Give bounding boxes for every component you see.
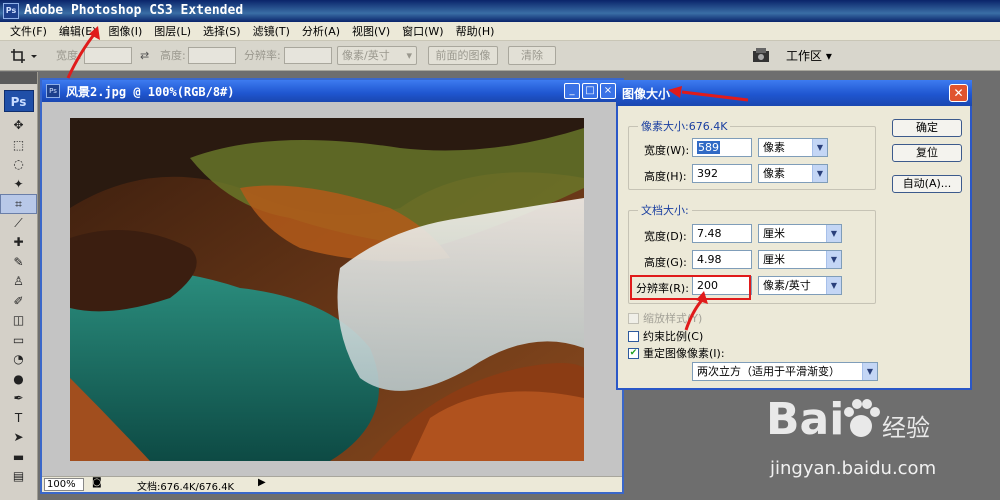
move-tool-icon[interactable]: ✥	[0, 116, 37, 136]
doc-height-label: 高度(G):	[644, 256, 687, 269]
resolution-unit-select[interactable]: 像素/英寸 ▼	[758, 276, 842, 295]
menu-analysis[interactable]: 分析(A)	[296, 23, 346, 39]
width-input[interactable]	[84, 47, 132, 64]
document-status-bar: 100% ◙ 文档:676.4K/676.4K ▶	[42, 476, 622, 493]
history-brush-tool-icon[interactable]: ✐	[0, 292, 37, 312]
document-title-bar[interactable]: Ps 风景2.jpg @ 100%(RGB/8#) _ □ ×	[42, 80, 622, 102]
clear-button[interactable]: 清除	[508, 46, 556, 65]
options-bar: 宽度: ⇄ 高度: 分辨率: 像素/英寸 ▾ 前面的图像 清除 工作区 ▾	[0, 41, 1000, 71]
dialog-close-button[interactable]: ✕	[949, 84, 968, 102]
pixel-group-label: 像素大小:676.4K	[638, 118, 731, 134]
auto-button[interactable]: 自动(A)...	[892, 175, 962, 193]
app-title-bar: Ps Adobe Photoshop CS3 Extended	[0, 0, 1000, 22]
minimize-button[interactable]: _	[564, 83, 580, 99]
scale-styles-checkbox[interactable]: 缩放样式(Y)	[628, 310, 702, 326]
crop-tool-selected-icon[interactable]: ⌗	[0, 194, 37, 214]
height-input[interactable]	[188, 47, 236, 64]
document-ps-icon: Ps	[46, 84, 60, 98]
pixel-height-label: 高度(H):	[644, 170, 687, 183]
doc-width-label: 宽度(D):	[644, 230, 687, 243]
dialog-title-bar[interactable]: 图像大小 ✕	[616, 80, 972, 106]
status-menu-icon[interactable]: ◙	[92, 477, 102, 488]
menu-file[interactable]: 文件(F)	[4, 23, 53, 39]
document-window: Ps 风景2.jpg @ 100%(RGB/8#) _ □ × 100% ◙ 文…	[40, 78, 624, 494]
pixel-width-label: 宽度(W):	[644, 144, 690, 157]
photoshop-logo-icon: Ps	[3, 3, 19, 19]
brush-tool-icon[interactable]: ✎	[0, 253, 37, 273]
height-label: 高度:	[160, 49, 186, 62]
dodge-tool-icon[interactable]: ●	[0, 370, 37, 390]
crop-tool-icon[interactable]	[10, 47, 38, 65]
menu-help[interactable]: 帮助(H)	[450, 23, 501, 39]
app-title: Adobe Photoshop CS3 Extended	[24, 3, 244, 18]
menu-image[interactable]: 图像(I)	[102, 23, 148, 39]
healing-brush-tool-icon[interactable]: ✚	[0, 233, 37, 253]
status-arrow-icon[interactable]: ▶	[258, 477, 266, 488]
watermark-suffix: 经验	[882, 414, 930, 442]
doc-width-unit-select[interactable]: 厘米 ▼	[758, 224, 842, 243]
doc-size-info: 文档:676.4K/676.4K	[137, 482, 235, 493]
zoom-field[interactable]: 100%	[44, 478, 84, 491]
pixel-height-input[interactable]: 392	[692, 164, 752, 183]
eraser-tool-icon[interactable]: ◫	[0, 311, 37, 331]
resolution-input[interactable]	[284, 47, 332, 64]
waterfall-image[interactable]	[70, 118, 584, 461]
doc-width-input[interactable]: 7.48	[692, 224, 752, 243]
baidu-paw-icon	[844, 399, 880, 437]
bridge-icon[interactable]	[752, 47, 772, 65]
path-selection-tool-icon[interactable]: ➤	[0, 428, 37, 448]
marquee-tool-icon[interactable]: ⬚	[0, 136, 37, 156]
menu-layer[interactable]: 图层(L)	[148, 23, 197, 39]
pen-tool-icon[interactable]: ✒	[0, 389, 37, 409]
workspace-button[interactable]: 工作区 ▾	[780, 46, 838, 66]
canvas-area[interactable]	[42, 102, 622, 476]
width-label: 宽度:	[56, 49, 82, 62]
document-title: 风景2.jpg @ 100%(RGB/8#)	[66, 85, 235, 99]
resolution-highlight-box	[630, 275, 751, 300]
maximize-button[interactable]: □	[582, 83, 598, 99]
eyedropper-tool-icon[interactable]: ⟋	[0, 214, 37, 234]
resample-method-select[interactable]: 两次立方（适用于平滑渐变） ▼	[692, 362, 878, 381]
notes-tool-icon[interactable]: ▤	[0, 467, 37, 487]
watermark-url: jingyan.baidu.com	[770, 458, 937, 479]
resolution-label: 分辨率:	[244, 49, 281, 62]
magic-wand-tool-icon[interactable]: ✦	[0, 175, 37, 195]
menu-edit[interactable]: 编辑(E)	[53, 23, 103, 39]
dialog-title: 图像大小	[622, 87, 671, 101]
pixel-width-input[interactable]: 589	[692, 138, 752, 157]
doc-group-label: 文档大小:	[638, 202, 692, 218]
doc-height-input[interactable]: 4.98	[692, 250, 752, 269]
watermark-brand: Bai	[766, 394, 845, 445]
image-size-dialog: 图像大小 ✕ 像素大小:676.4K 宽度(W): 589 像素 ▼ 高度(H):…	[616, 80, 972, 390]
front-image-button[interactable]: 前面的图像	[428, 46, 498, 65]
close-document-button[interactable]: ×	[600, 83, 616, 99]
pixel-height-unit-select[interactable]: 像素 ▼	[758, 164, 828, 183]
clone-stamp-tool-icon[interactable]: ♙	[0, 272, 37, 292]
photoshop-badge-icon[interactable]: Ps	[3, 90, 34, 112]
toolbox: Ps ✥ ⬚ ◌ ✦ ⌗ ⟋ ✚ ✎ ♙ ✐ ◫ ▭ ◔ ● ✒ T ➤ ▬ ▤	[0, 72, 38, 500]
lasso-tool-icon[interactable]: ◌	[0, 155, 37, 175]
menu-select[interactable]: 选择(S)	[197, 23, 247, 39]
blur-tool-icon[interactable]: ◔	[0, 350, 37, 370]
reset-button[interactable]: 复位	[892, 144, 962, 162]
swap-icon[interactable]: ⇄	[140, 47, 149, 65]
menu-bar: 文件(F) 编辑(E) 图像(I) 图层(L) 选择(S) 滤镜(T) 分析(A…	[0, 22, 1000, 41]
baidu-watermark: Bai 经验 jingyan.baidu.com	[760, 392, 1000, 500]
type-tool-icon[interactable]: T	[0, 409, 37, 429]
toolbox-grip[interactable]	[0, 72, 37, 84]
unit-select[interactable]: 像素/英寸 ▾	[337, 46, 417, 65]
shape-tool-icon[interactable]: ▬	[0, 448, 37, 468]
pixel-width-unit-select[interactable]: 像素 ▼	[758, 138, 828, 157]
menu-view[interactable]: 视图(V)	[346, 23, 396, 39]
ok-button[interactable]: 确定	[892, 119, 962, 137]
doc-height-unit-select[interactable]: 厘米 ▼	[758, 250, 842, 269]
menu-filter[interactable]: 滤镜(T)	[247, 23, 296, 39]
constrain-proportions-checkbox[interactable]: 约束比例(C)	[628, 328, 703, 344]
resample-checkbox[interactable]: ✔ 重定图像像素(I):	[628, 345, 725, 361]
menu-window[interactable]: 窗口(W)	[396, 23, 449, 39]
gradient-tool-icon[interactable]: ▭	[0, 331, 37, 351]
